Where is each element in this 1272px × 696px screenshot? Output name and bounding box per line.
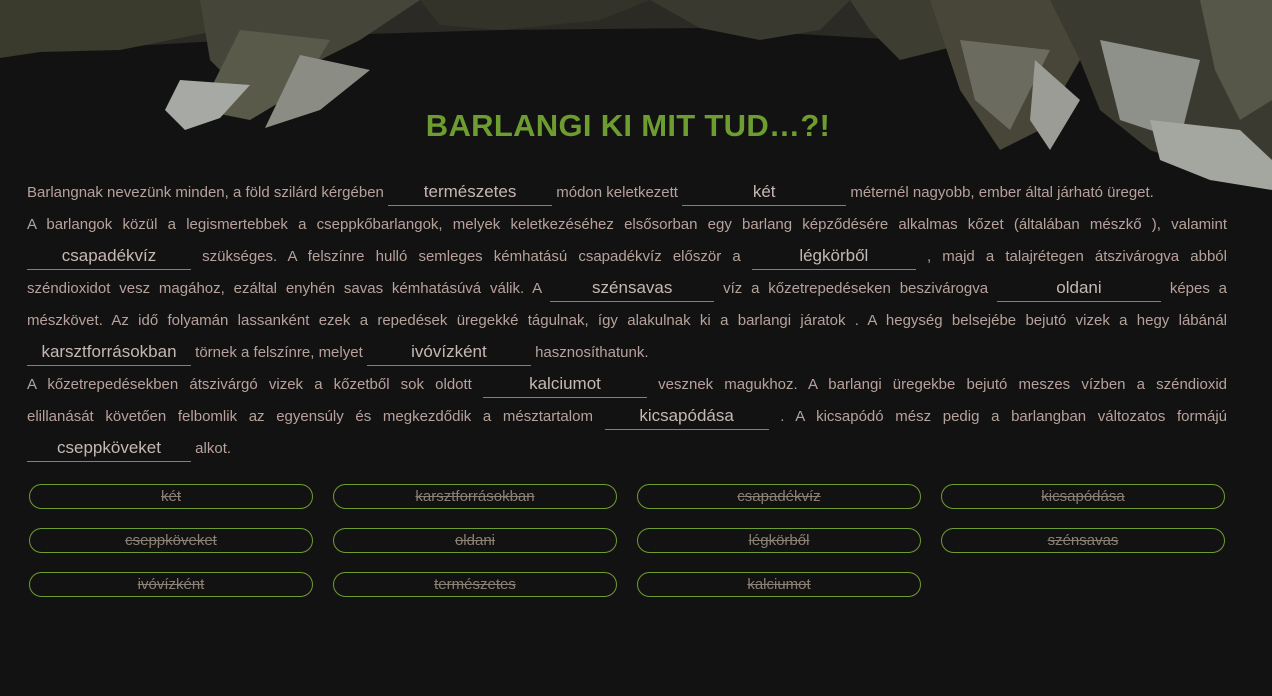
word-chip-kicsapodasa[interactable]: kicsapódása (941, 484, 1225, 509)
page-title: BARLANGI KI MIT TUD…?! (425, 108, 831, 143)
word-chip-csapadekviz[interactable]: csapadékvíz (637, 484, 921, 509)
word-chip-legkorbol[interactable]: légkörből (637, 528, 921, 553)
text-line-1: Barlangnak nevezünk minden, a föld szilá… (27, 177, 1227, 209)
text-line-4: széndioxidot vesz magához, ezáltal enyhé… (27, 273, 1227, 305)
text-line-2: A barlangok közül a legismertebbek a cse… (27, 209, 1227, 241)
text-fragment: alkot. (195, 440, 232, 457)
text-fragment: méternél nagyobb, ember által járható ür… (850, 184, 1154, 201)
quiz-stage: BARLANGI KI MIT TUD…?! Barlangnak nevezü… (0, 0, 1272, 696)
text-line-5: mészkövet. Az idő folyamán lassanként ez… (27, 305, 1227, 337)
text-fragment: . A kicsapódó mész pedig a barlangban vá… (780, 408, 1227, 425)
text-fragment: széndioxidot vesz magához, ezáltal enyhé… (27, 280, 542, 297)
answer-blank-1[interactable]: természetes (388, 181, 553, 206)
text-line-3: csapadékvíz szükséges. A felszínre hulló… (27, 241, 1227, 273)
word-chip-ivovizkent[interactable]: ivóvízként (29, 572, 313, 597)
cave-ceiling-decoration (0, 0, 1272, 190)
word-chip-cseppkoveket[interactable]: cseppköveket (29, 528, 313, 553)
text-fragment: hasznosíthatunk. (535, 344, 649, 361)
text-fragment: képes a (1169, 280, 1228, 297)
answer-blank-4[interactable]: légkörből (751, 245, 916, 270)
text-fragment: mészkövet. Az idő folyamán lassanként ez… (27, 312, 1227, 329)
word-chip-ket[interactable]: két (29, 484, 313, 509)
answer-blank-9[interactable]: kalciumot (483, 373, 647, 398)
cloze-paragraph: Barlangnak nevezünk minden, a föld szilá… (27, 177, 1227, 465)
text-fragment: víz a kőzetrepedéseken beszivárogva (723, 280, 989, 297)
answer-blank-10[interactable]: kicsapódása (604, 405, 769, 430)
answer-blank-6[interactable]: oldani (996, 277, 1161, 302)
text-fragment: vesznek magukhoz. A barlangi üregekbe be… (658, 376, 1227, 393)
text-fragment: törnek a felszínre, melyet (195, 344, 363, 361)
answer-blank-7[interactable]: karsztforrásokban (27, 341, 191, 366)
word-chip-szensavas[interactable]: szénsavas (941, 528, 1225, 553)
answer-blank-2[interactable]: két (682, 181, 847, 206)
text-fragment: , majd a talajrétegen átszivárogva abból (926, 248, 1227, 265)
word-chip-oldani[interactable]: oldani (333, 528, 617, 553)
answer-blank-5[interactable]: szénsavas (550, 277, 715, 302)
word-chip-karsztforrasokban[interactable]: karsztforrásokban (333, 484, 617, 509)
answer-blank-11[interactable]: cseppköveket (27, 437, 191, 462)
text-line-7: A kőzetrepedésekben átszivárgó vizek a k… (27, 369, 1227, 401)
text-line-6: karsztforrásokban törnek a felszínre, me… (27, 337, 1227, 369)
text-fragment: Barlangnak nevezünk minden, a föld szilá… (27, 184, 384, 201)
text-line-8: elillanását követően felbomlik az egyens… (27, 401, 1227, 433)
text-fragment: elillanását követően felbomlik az egyens… (27, 408, 593, 425)
word-chip-kalciumot[interactable]: kalciumot (637, 572, 921, 597)
word-bank: két karsztforrásokban csapadékvíz kicsap… (29, 484, 1225, 597)
text-fragment: A kőzetrepedésekben átszivárgó vizek a k… (27, 376, 472, 393)
text-line-9: cseppköveket alkot. (27, 433, 1227, 465)
answer-blank-8[interactable]: ivóvízként (366, 341, 531, 366)
text-fragment: szükséges. A felszínre hulló semleges ké… (202, 248, 741, 265)
text-fragment: A barlangok közül a legismertebbek a cse… (27, 216, 1227, 233)
answer-blank-3[interactable]: csapadékvíz (27, 245, 191, 270)
word-chip-termeszetes[interactable]: természetes (333, 572, 617, 597)
text-fragment: módon keletkezett (556, 184, 678, 201)
